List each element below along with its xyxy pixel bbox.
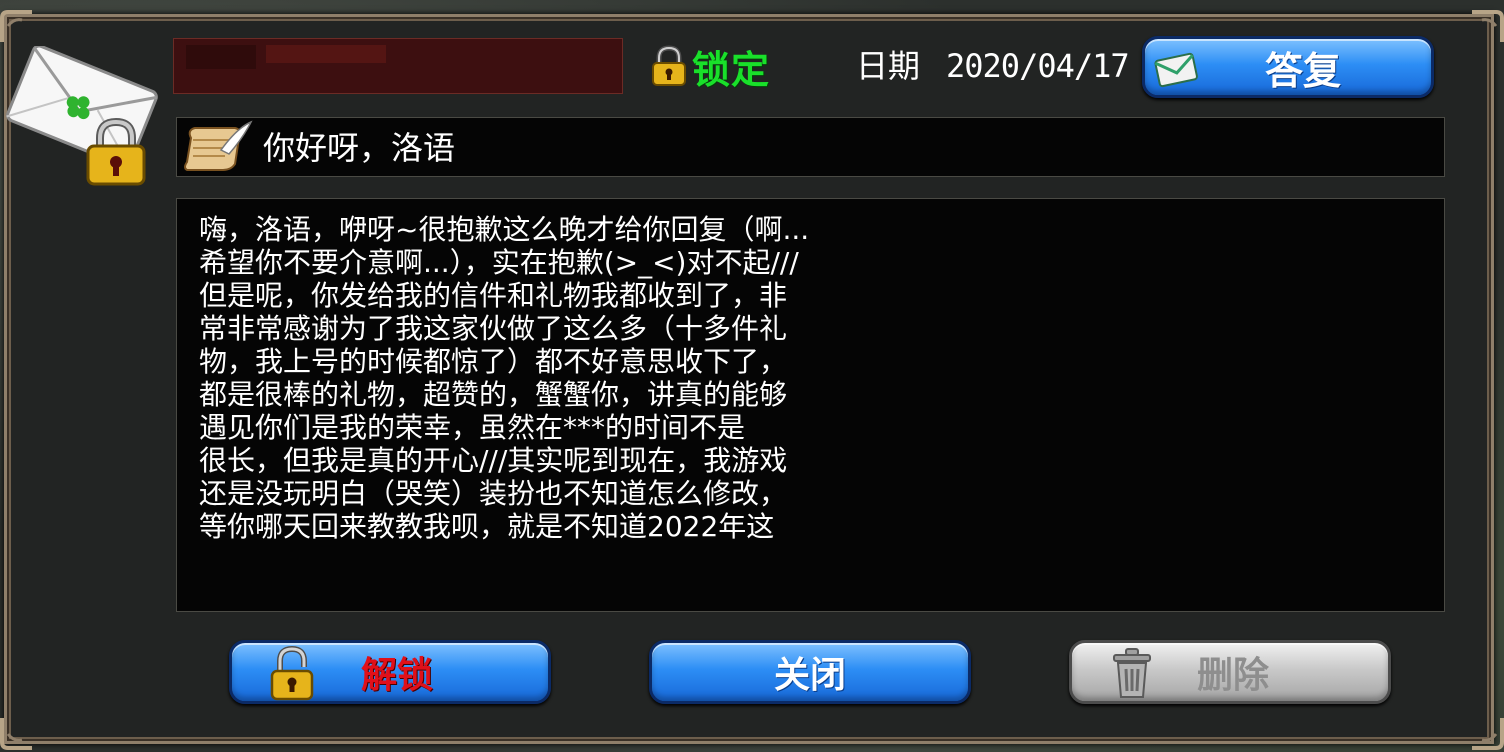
envelope-icon: [1154, 52, 1198, 88]
sender-name-field: [173, 38, 623, 94]
frame-corner-ornament: [1470, 716, 1504, 750]
close-button[interactable]: 关闭: [649, 640, 971, 704]
mail-body-text: 嗨，洛语，咿呀~很抱歉这么晚才给你回复（啊... 希望你不要介意啊...），实在…: [199, 213, 809, 543]
body-line: 但是呢，你发给我的信件和礼物我都收到了，非: [199, 279, 788, 312]
body-line: 很长，但我是真的开心///其实呢到现在，我游戏: [199, 444, 788, 477]
body-line: 常非常感谢为了我这家伙做了这么多（十多件礼: [199, 312, 788, 345]
body-line: 还是没玩明白（哭笑）装扮也不知道怎么修改，: [199, 477, 788, 510]
frame-corner-ornament: [1470, 10, 1504, 44]
reply-label: 答复: [1264, 48, 1341, 93]
frame-corner-ornament: [0, 10, 34, 44]
unlock-label: 解锁: [360, 655, 433, 696]
body-line: 都是很棒的礼物，超赞的，蟹蟹你，讲真的能够: [199, 378, 788, 411]
trash-icon: [1113, 648, 1151, 698]
mail-subject: 你好呀，洛语: [263, 129, 456, 167]
body-line: 遇见你们是我的荣幸，虽然在***的时间不是: [199, 411, 746, 444]
lock-status: 锁定: [650, 44, 770, 92]
date-label: 日期: [856, 47, 921, 85]
redacted-sender-mark: [266, 45, 386, 63]
body-line: 希望你不要介意啊...），实在抱歉(>_<)对不起///: [199, 246, 799, 279]
delete-button[interactable]: 删除: [1069, 640, 1391, 704]
body-line: 物，我上号的时候都惊了）都不好意思收下了，: [199, 345, 788, 378]
reply-button[interactable]: 答复: [1142, 36, 1434, 98]
subject-bar: 你好呀，洛语: [176, 117, 1445, 177]
padlock-icon: [652, 45, 686, 86]
delete-label: 删除: [1196, 655, 1269, 696]
close-label: 关闭: [773, 655, 846, 696]
lock-status-label: 锁定: [692, 47, 771, 92]
body-line: 嗨，洛语，咿呀~很抱歉这么晚才给你回复（啊...: [199, 213, 810, 246]
padlock-open-icon: [270, 645, 314, 701]
body-line: 等你哪天回来教教我呗，就是不知道2022年这: [199, 510, 775, 543]
unlock-button[interactable]: 解锁: [229, 640, 551, 704]
date-value: 2020/04/17: [946, 47, 1130, 85]
mail-body[interactable]: 嗨，洛语，咿呀~很抱歉这么晚才给你回复（啊... 希望你不要介意啊...），实在…: [176, 198, 1445, 612]
scroll-quill-icon: [184, 120, 253, 171]
redacted-sender-mark: [186, 45, 256, 69]
locked-envelope-icon: [2, 46, 162, 186]
frame-corner-ornament: [0, 716, 34, 750]
